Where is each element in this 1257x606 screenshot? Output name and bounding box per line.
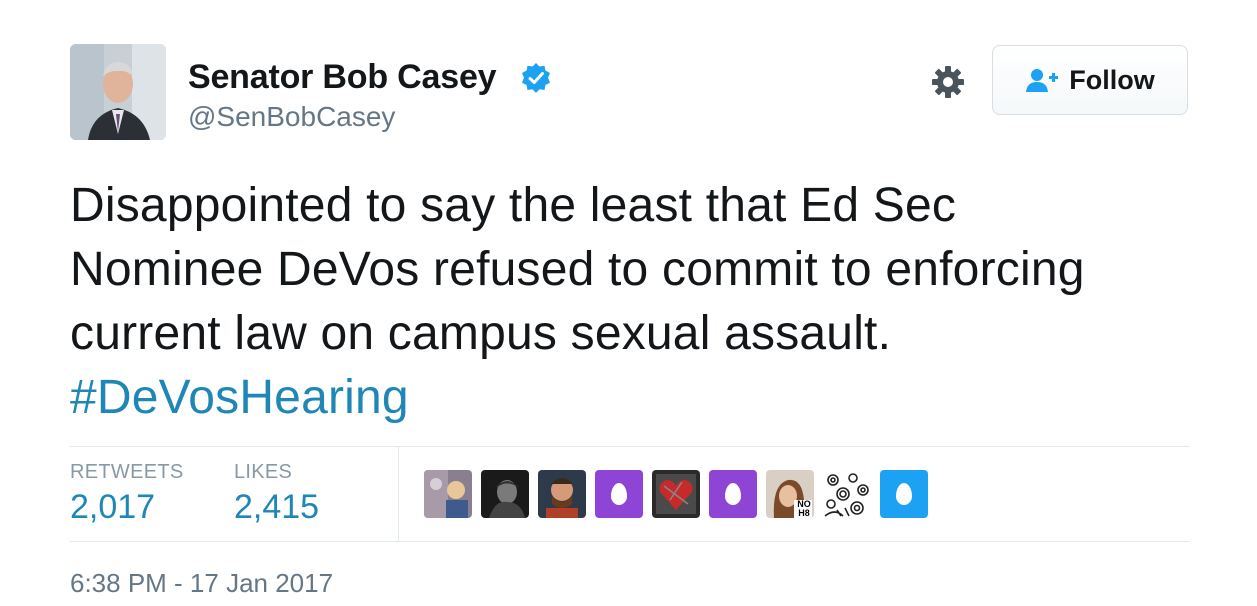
liker-avatar[interactable] — [424, 470, 472, 518]
verified-badge-icon — [522, 63, 550, 93]
divider — [70, 541, 1190, 542]
tweet-timestamp[interactable]: 6:38 PM - 17 Jan 2017 — [70, 568, 333, 599]
likes-label: LIKES — [234, 461, 293, 483]
user-handle[interactable]: @SenBobCasey — [188, 101, 395, 133]
stats-divider — [398, 446, 399, 541]
tweet-line: Disappointed to say the least that Ed Se… — [70, 179, 957, 232]
default-egg-avatar[interactable] — [595, 470, 643, 518]
liker-avatars: NO H8 — [424, 470, 928, 518]
tweet-line: current law on campus sexual assault. — [70, 307, 892, 360]
gear-icon[interactable] — [930, 64, 966, 100]
divider — [70, 446, 1190, 447]
retweets-label: RETWEETS — [70, 461, 184, 483]
liker-avatar[interactable] — [652, 470, 700, 518]
add-user-icon — [1026, 69, 1059, 92]
profile-avatar[interactable] — [70, 44, 166, 140]
likes-count[interactable]: 2,415 — [234, 488, 319, 527]
liker-avatar[interactable]: NO H8 — [766, 470, 814, 518]
tweet-line: Nominee DeVos refused to commit to enfor… — [70, 243, 1085, 296]
default-egg-avatar[interactable] — [880, 470, 928, 518]
noh8-badge-text: NO H8 — [797, 499, 811, 518]
follow-button[interactable]: Follow — [992, 45, 1188, 115]
display-name[interactable]: Senator Bob Casey — [188, 58, 497, 97]
hashtag-link[interactable]: #DeVosHearing — [70, 371, 409, 424]
retweets-count[interactable]: 2,017 — [70, 488, 155, 527]
liker-avatar[interactable] — [481, 470, 529, 518]
follow-button-label: Follow — [1069, 64, 1155, 95]
liker-avatar[interactable] — [538, 470, 586, 518]
default-egg-avatar[interactable] — [709, 470, 757, 518]
tweet-text: Disappointed to say the least that Ed Se… — [70, 174, 1210, 430]
liker-avatar[interactable] — [823, 470, 871, 518]
